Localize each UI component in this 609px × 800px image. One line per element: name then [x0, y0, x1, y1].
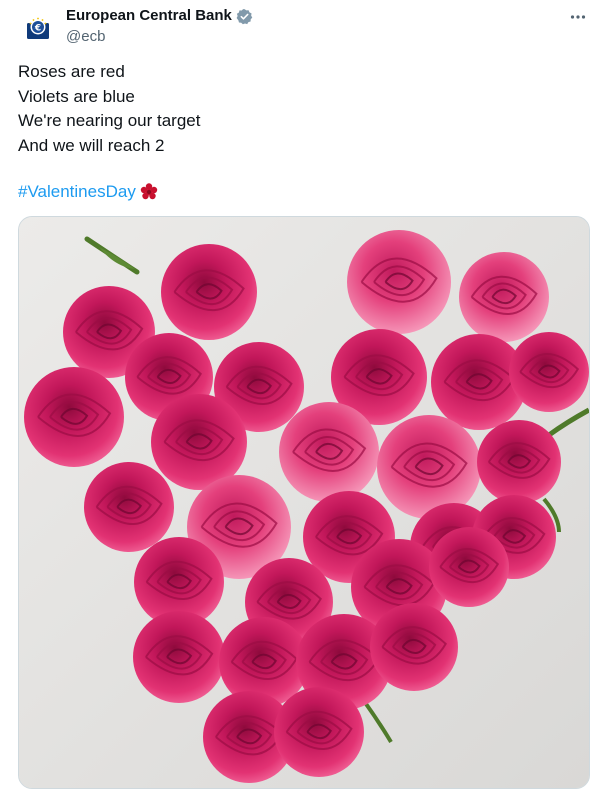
verified-badge-icon [236, 8, 253, 24]
tweet-line: We're nearing our target [18, 111, 201, 130]
account-handle[interactable]: @ecb [66, 28, 253, 46]
tweet-line: Violets are blue [18, 86, 135, 106]
avatar[interactable]: € [18, 8, 58, 48]
svg-text:€: € [34, 24, 41, 34]
more-dots-icon [570, 15, 586, 19]
rose-emoji-icon [140, 183, 158, 200]
tweet-card: € European Central Bank @ecb Roses are r… [0, 0, 609, 800]
hashtag-link[interactable]: #ValentinesDay [18, 180, 136, 204]
account-name[interactable]: European Central Bank [66, 7, 232, 25]
rose-heart-image [19, 217, 589, 788]
tweet-text: Roses are red Violets are blue We're nea… [18, 60, 200, 158]
tweet-line: And we will reach 2 [18, 135, 165, 155]
more-options-button[interactable] [567, 6, 589, 28]
ecb-logo-icon: € [27, 17, 49, 39]
tweet-photo[interactable] [18, 216, 590, 789]
tweet-line: Roses are red [18, 62, 125, 81]
